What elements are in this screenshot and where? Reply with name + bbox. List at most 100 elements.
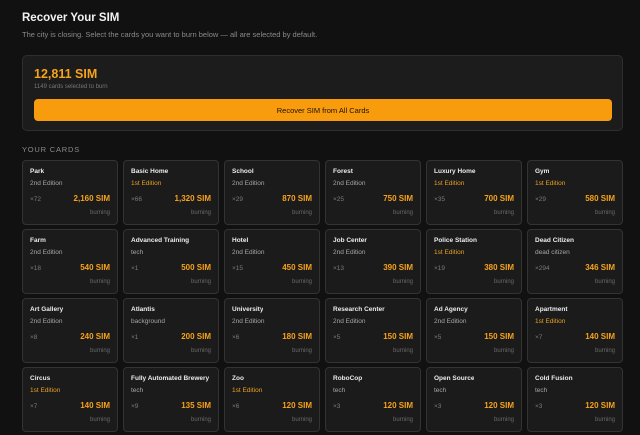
card-edition: 2nd Edition [30, 249, 63, 256]
card[interactable]: Forest 2nd Edition ×25 750 SIM burning [325, 160, 421, 225]
card[interactable]: Circus 1st Edition ×7 140 SIM burning [22, 367, 118, 432]
card-sim-value: 150 SIM [484, 332, 514, 341]
card-name: Hotel [232, 237, 249, 244]
card-count: ×66 [131, 196, 143, 203]
card-count: ×18 [30, 265, 42, 272]
card[interactable]: Ad Agency 2nd Edition ×5 150 SIM burning [426, 298, 522, 363]
card-edition: 1st Edition [131, 180, 162, 187]
card-name: Farm [30, 237, 46, 244]
card-status: burning [291, 279, 312, 285]
card-status: burning [190, 210, 211, 216]
card[interactable]: Apartment 1st Edition ×7 140 SIM burning [527, 298, 623, 363]
card-sim-value: 150 SIM [383, 332, 413, 341]
card[interactable]: Art Gallery 2nd Edition ×8 240 SIM burning [22, 298, 118, 363]
card-sim-value: 240 SIM [80, 332, 110, 341]
card-edition: 1st Edition [434, 180, 465, 187]
card-name: Park [30, 168, 45, 175]
recover-all-button[interactable]: Recover SIM from All Cards [34, 99, 612, 121]
card-count: ×3 [333, 403, 341, 410]
card[interactable]: Research Center 2nd Edition ×5 150 SIM burni… [325, 298, 421, 363]
card-sim-value: 346 SIM [585, 263, 615, 272]
card[interactable]: Open Source tech ×3 120 SIM burning [426, 367, 522, 432]
card-status: burning [493, 348, 514, 354]
card-status: burning [594, 210, 615, 216]
card-sim-value: 500 SIM [181, 263, 211, 272]
card-count: ×72 [30, 196, 42, 203]
card-count: ×29 [535, 196, 547, 203]
card-edition: background [131, 318, 165, 325]
card-count: ×294 [535, 265, 550, 272]
card-status: burning [190, 417, 211, 423]
card-count: ×1 [131, 334, 139, 341]
card-edition: 2nd Edition [232, 249, 265, 256]
page-title: Recover Your SIM [22, 12, 120, 24]
card-name: Luxury Home [434, 168, 476, 175]
card[interactable]: Park 2nd Edition ×72 2,160 SIM burning [22, 160, 118, 225]
card[interactable]: RoboCop tech ×3 120 SIM burning [325, 367, 421, 432]
card-name: Art Gallery [30, 306, 64, 313]
card-count: ×25 [333, 196, 345, 203]
card-status: burning [392, 417, 413, 423]
card-sim-value: 450 SIM [282, 263, 312, 272]
card[interactable]: Basic Home 1st Edition ×66 1,320 SIM burning [123, 160, 219, 225]
card-sim-value: 140 SIM [80, 401, 110, 410]
card-edition: 1st Edition [232, 387, 263, 394]
card[interactable]: Dead Citizen dead citizen ×294 346 SIM burni… [527, 229, 623, 294]
card[interactable]: Luxury Home 1st Edition ×35 700 SIM burning [426, 160, 522, 225]
card-edition: 2nd Edition [333, 318, 366, 325]
card[interactable]: Advanced Training tech ×1 500 SIM burning [123, 229, 219, 294]
card-sim-value: 540 SIM [80, 263, 110, 272]
card-sim-value: 120 SIM [282, 401, 312, 410]
card-edition: tech [333, 387, 346, 394]
card-name: Advanced Training [131, 237, 190, 244]
card[interactable]: Zoo 1st Edition ×6 120 SIM burning [224, 367, 320, 432]
card-name: Police Station [434, 237, 477, 244]
card-status: burning [392, 210, 413, 216]
card-edition: 1st Edition [535, 318, 566, 325]
card-status: burning [392, 348, 413, 354]
card-status: burning [291, 348, 312, 354]
card-sim-value: 2,160 SIM [73, 194, 110, 203]
card-status: burning [291, 210, 312, 216]
card[interactable]: Gym 1st Edition ×29 580 SIM burning [527, 160, 623, 225]
card-edition: 2nd Edition [232, 180, 265, 187]
card[interactable]: Hotel 2nd Edition ×15 450 SIM burning [224, 229, 320, 294]
card[interactable]: Police Station 1st Edition ×19 380 SIM burni… [426, 229, 522, 294]
card-edition: 2nd Edition [232, 318, 265, 325]
card-name: Research Center [333, 306, 385, 313]
card-edition: tech [434, 387, 447, 394]
card-sim-value: 750 SIM [383, 194, 413, 203]
card-count: ×6 [232, 334, 240, 341]
card-count: ×7 [535, 334, 543, 341]
card-edition: 1st Edition [30, 387, 61, 394]
card-status: burning [594, 279, 615, 285]
card-status: burning [190, 348, 211, 354]
card-status: burning [493, 279, 514, 285]
card-name: Cold Fusion [535, 375, 573, 382]
card-edition: 2nd Edition [30, 318, 63, 325]
card-name: Open Source [434, 375, 475, 382]
card[interactable]: School 2nd Edition ×29 870 SIM burning [224, 160, 320, 225]
card-count: ×29 [232, 196, 244, 203]
card-sim-value: 135 SIM [181, 401, 211, 410]
card-count: ×35 [434, 196, 446, 203]
card-status: burning [89, 210, 110, 216]
card[interactable]: Cold Fusion tech ×3 120 SIM burning [527, 367, 623, 432]
card-sim-value: 120 SIM [585, 401, 615, 410]
card-name: Zoo [232, 375, 244, 382]
card[interactable]: Atlantis background ×1 200 SIM burning [123, 298, 219, 363]
card-count: ×5 [333, 334, 341, 341]
card-name: School [232, 168, 254, 175]
card-status: burning [493, 417, 514, 423]
card-name: University [232, 306, 264, 313]
card[interactable]: Farm 2nd Edition ×18 540 SIM burning [22, 229, 118, 294]
card[interactable]: University 2nd Edition ×6 180 SIM burning [224, 298, 320, 363]
card-sim-value: 870 SIM [282, 194, 312, 203]
card-sim-value: 120 SIM [484, 401, 514, 410]
card-name: Apartment [535, 306, 568, 313]
card[interactable]: Job Center 2nd Edition ×13 390 SIM burning [325, 229, 421, 294]
card-edition: 2nd Edition [333, 180, 366, 187]
card-edition: tech [535, 387, 548, 394]
card[interactable]: Fully Automated Brewery tech ×9 135 SIM burn… [123, 367, 219, 432]
card-count: ×3 [434, 403, 442, 410]
